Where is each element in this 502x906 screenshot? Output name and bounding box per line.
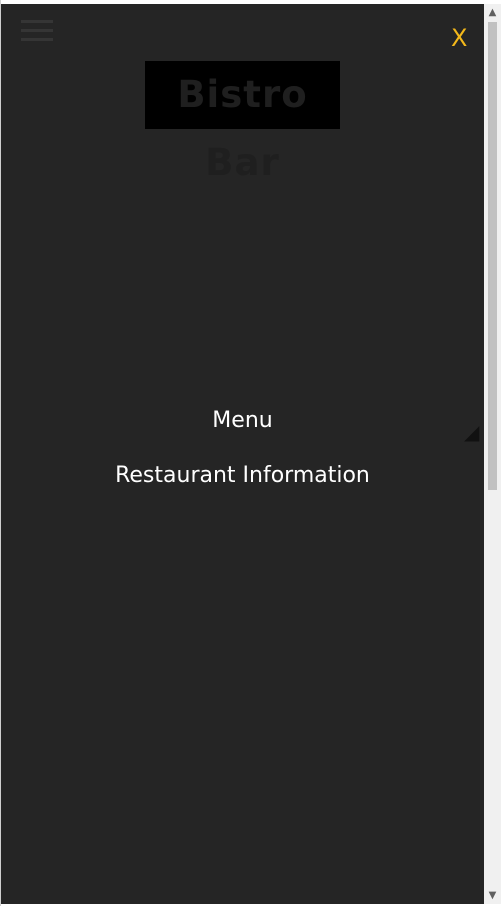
- nav-link-restaurant-information[interactable]: Restaurant Information: [1, 463, 484, 489]
- hamburger-bar-bottom: [21, 38, 53, 41]
- nav-link-menu[interactable]: Menu: [1, 408, 484, 434]
- vertical-scrollbar[interactable]: ▲ ▼: [484, 4, 501, 904]
- hamburger-menu-icon[interactable]: [21, 20, 53, 48]
- close-menu-button[interactable]: X: [451, 26, 467, 50]
- mobile-menu-overlay: Bistro Bar X Menu Restaurant Information…: [1, 4, 484, 904]
- restaurant-logo: Bistro Bar: [145, 61, 340, 184]
- hamburger-bar-middle: [21, 29, 53, 32]
- scroll-down-arrow-icon[interactable]: ▼: [484, 887, 501, 904]
- scrollbar-thumb[interactable]: [488, 22, 497, 490]
- hamburger-bar-top: [21, 20, 53, 23]
- scroll-up-arrow-icon[interactable]: ▲: [484, 4, 501, 21]
- background-edge-fragment: ◢: [464, 420, 480, 444]
- browser-viewport: Bistro Bar X Menu Restaurant Information…: [0, 0, 502, 906]
